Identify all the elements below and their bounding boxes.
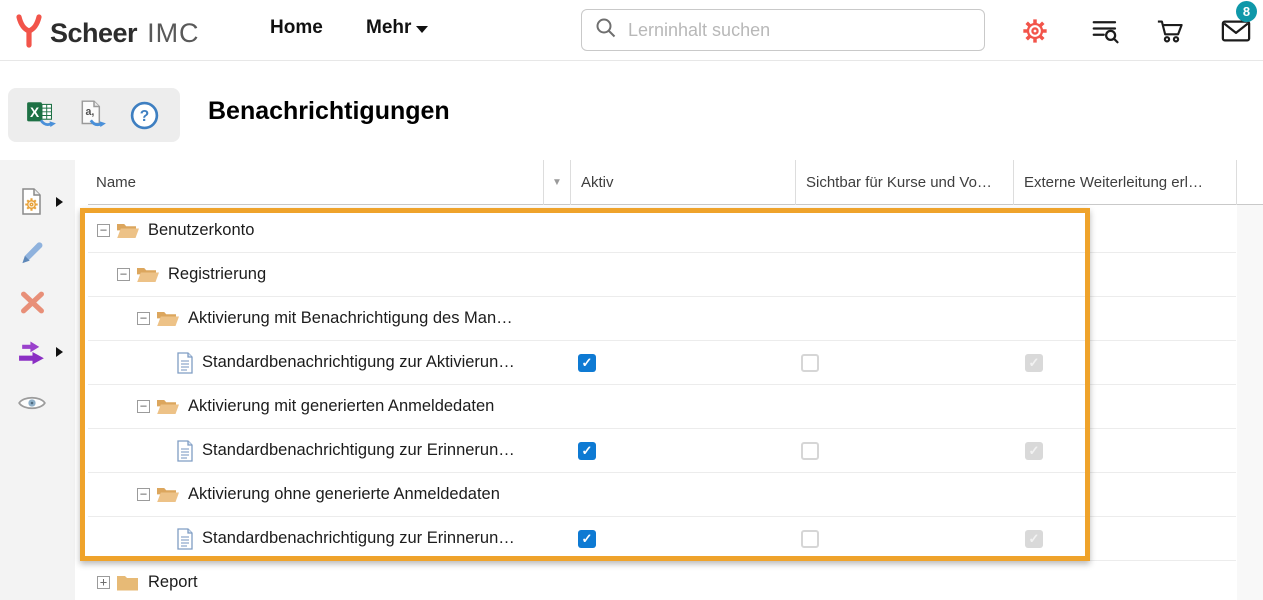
collapse-toggle-icon[interactable]: − <box>137 400 150 413</box>
collapse-toggle-icon[interactable]: − <box>97 224 110 237</box>
folder-open-icon <box>156 485 180 504</box>
indent <box>88 582 97 583</box>
row-label[interactable]: Registrierung <box>168 265 266 284</box>
row-label[interactable]: Aktivierung ohne generierte Anmeldedaten <box>188 485 500 504</box>
tree-row[interactable]: − Aktivierung mit generierten Anmeldedate… <box>88 385 1236 429</box>
extern-checkbox: ✓ <box>1025 530 1043 548</box>
sichtbar-checkbox[interactable] <box>801 354 819 372</box>
search-icon <box>594 16 618 45</box>
expander-spacer <box>157 538 176 539</box>
search-input[interactable] <box>628 20 958 41</box>
indent <box>88 274 117 275</box>
document-icon <box>176 528 194 550</box>
top-bar: Scheer IMC Home Mehr <box>0 0 1263 61</box>
notifications-table: Name ▼ Aktiv Sichtbar für Kurse und Vo… … <box>0 160 1263 600</box>
row-label[interactable]: Standardbenachrichtigung zur Erinnerun… <box>202 529 515 548</box>
folder-open-icon <box>116 221 140 240</box>
brand-name: Scheer <box>50 18 137 49</box>
brand-logo[interactable]: Scheer IMC <box>14 13 200 54</box>
folder-closed-icon <box>116 573 140 592</box>
document-icon <box>176 440 194 462</box>
messages-badge: 8 <box>1236 1 1257 22</box>
nav-home-label: Home <box>270 17 323 39</box>
export-excel-icon[interactable]: X <box>24 97 62 133</box>
svg-text:?: ? <box>140 108 149 125</box>
aktiv-checkbox[interactable]: ✓ <box>578 530 596 548</box>
sichtbar-checkbox[interactable] <box>801 442 819 460</box>
scheer-y-mark-icon <box>14 13 44 54</box>
indent <box>88 406 137 407</box>
column-sort-icon[interactable]: ▼ <box>543 160 570 205</box>
tree-row[interactable]: + Report <box>88 561 1236 600</box>
nav-home[interactable]: Home <box>270 17 323 39</box>
column-header-name[interactable]: Name <box>88 160 543 205</box>
row-label[interactable]: Aktivierung mit Benachrichtigung des Man… <box>188 309 513 328</box>
folder-open-icon <box>156 309 180 328</box>
row-label[interactable]: Report <box>148 573 198 592</box>
collapse-toggle-icon[interactable]: − <box>117 268 130 281</box>
expand-toggle-icon[interactable]: + <box>97 576 110 589</box>
column-header-extra <box>1236 160 1263 205</box>
toolbar-row: X a, ? <box>0 61 1263 160</box>
indent <box>88 362 157 363</box>
tree-row[interactable]: − Aktivierung mit Benachrichtigung des Ma… <box>88 297 1236 341</box>
collapse-toggle-icon[interactable]: − <box>137 312 150 325</box>
tree-row[interactable]: Standardbenachrichtigung zur Aktivierun…… <box>88 341 1236 385</box>
indent <box>88 230 97 231</box>
extern-checkbox: ✓ <box>1025 442 1043 460</box>
row-label[interactable]: Aktivierung mit generierten Anmeldedaten <box>188 397 494 416</box>
row-label[interactable]: Standardbenachrichtigung zur Erinnerun… <box>202 441 515 460</box>
page-title: Benachrichtigungen <box>208 97 450 126</box>
folder-open-icon <box>136 265 160 284</box>
tree-row[interactable]: − Benutzerkonto <box>88 209 1236 253</box>
tree-row[interactable]: − Registrierung <box>88 253 1236 297</box>
document-icon <box>176 352 194 374</box>
column-header-aktiv[interactable]: Aktiv <box>570 160 795 205</box>
nav-mehr[interactable]: Mehr <box>366 17 428 39</box>
indent <box>88 538 157 539</box>
scroll-gutter <box>1237 205 1263 600</box>
expander-spacer <box>157 362 176 363</box>
row-label[interactable]: Benutzerkonto <box>148 221 254 240</box>
collapse-toggle-icon[interactable]: − <box>137 488 150 501</box>
table-header: Name ▼ Aktiv Sichtbar für Kurse und Vo… … <box>88 160 1263 205</box>
tree-row[interactable]: Standardbenachrichtigung zur Erinnerun… ✓… <box>88 429 1236 473</box>
settings-icon[interactable] <box>1020 16 1050 46</box>
column-header-extern[interactable]: Externe Weiterleitung erl… <box>1013 160 1236 205</box>
nav-mehr-label: Mehr <box>366 17 411 39</box>
export-toolbar: X a, ? <box>8 88 180 142</box>
cart-icon[interactable] <box>1156 16 1186 46</box>
row-label[interactable]: Standardbenachrichtigung zur Aktivierun… <box>202 353 515 372</box>
aktiv-checkbox[interactable]: ✓ <box>578 442 596 460</box>
svg-text:X: X <box>30 105 40 120</box>
tree-row[interactable]: − Aktivierung ohne generierte Anmeldedate… <box>88 473 1236 517</box>
help-icon[interactable]: ? <box>126 97 164 133</box>
catalog-search-icon[interactable] <box>1090 16 1120 46</box>
indent <box>88 318 137 319</box>
extern-checkbox: ✓ <box>1025 354 1043 372</box>
expander-spacer <box>157 450 176 451</box>
sichtbar-checkbox[interactable] <box>801 530 819 548</box>
search-box[interactable] <box>581 9 985 51</box>
column-header-sichtbar[interactable]: Sichtbar für Kurse und Vo… <box>795 160 1013 205</box>
tree-row[interactable]: Standardbenachrichtigung zur Erinnerun… ✓… <box>88 517 1236 561</box>
indent <box>88 494 137 495</box>
indent <box>88 450 157 451</box>
svg-text:a,: a, <box>85 106 94 118</box>
export-text-icon[interactable]: a, <box>75 97 113 133</box>
brand-suffix: IMC <box>147 18 200 49</box>
notifications-admin-page: Scheer IMC Home Mehr <box>0 0 1263 600</box>
tree-rows: − Benutzerkonto − Registrierung − Aktivierung… <box>88 209 1236 600</box>
folder-open-icon <box>156 397 180 416</box>
chevron-down-icon <box>416 26 428 33</box>
aktiv-checkbox[interactable]: ✓ <box>578 354 596 372</box>
